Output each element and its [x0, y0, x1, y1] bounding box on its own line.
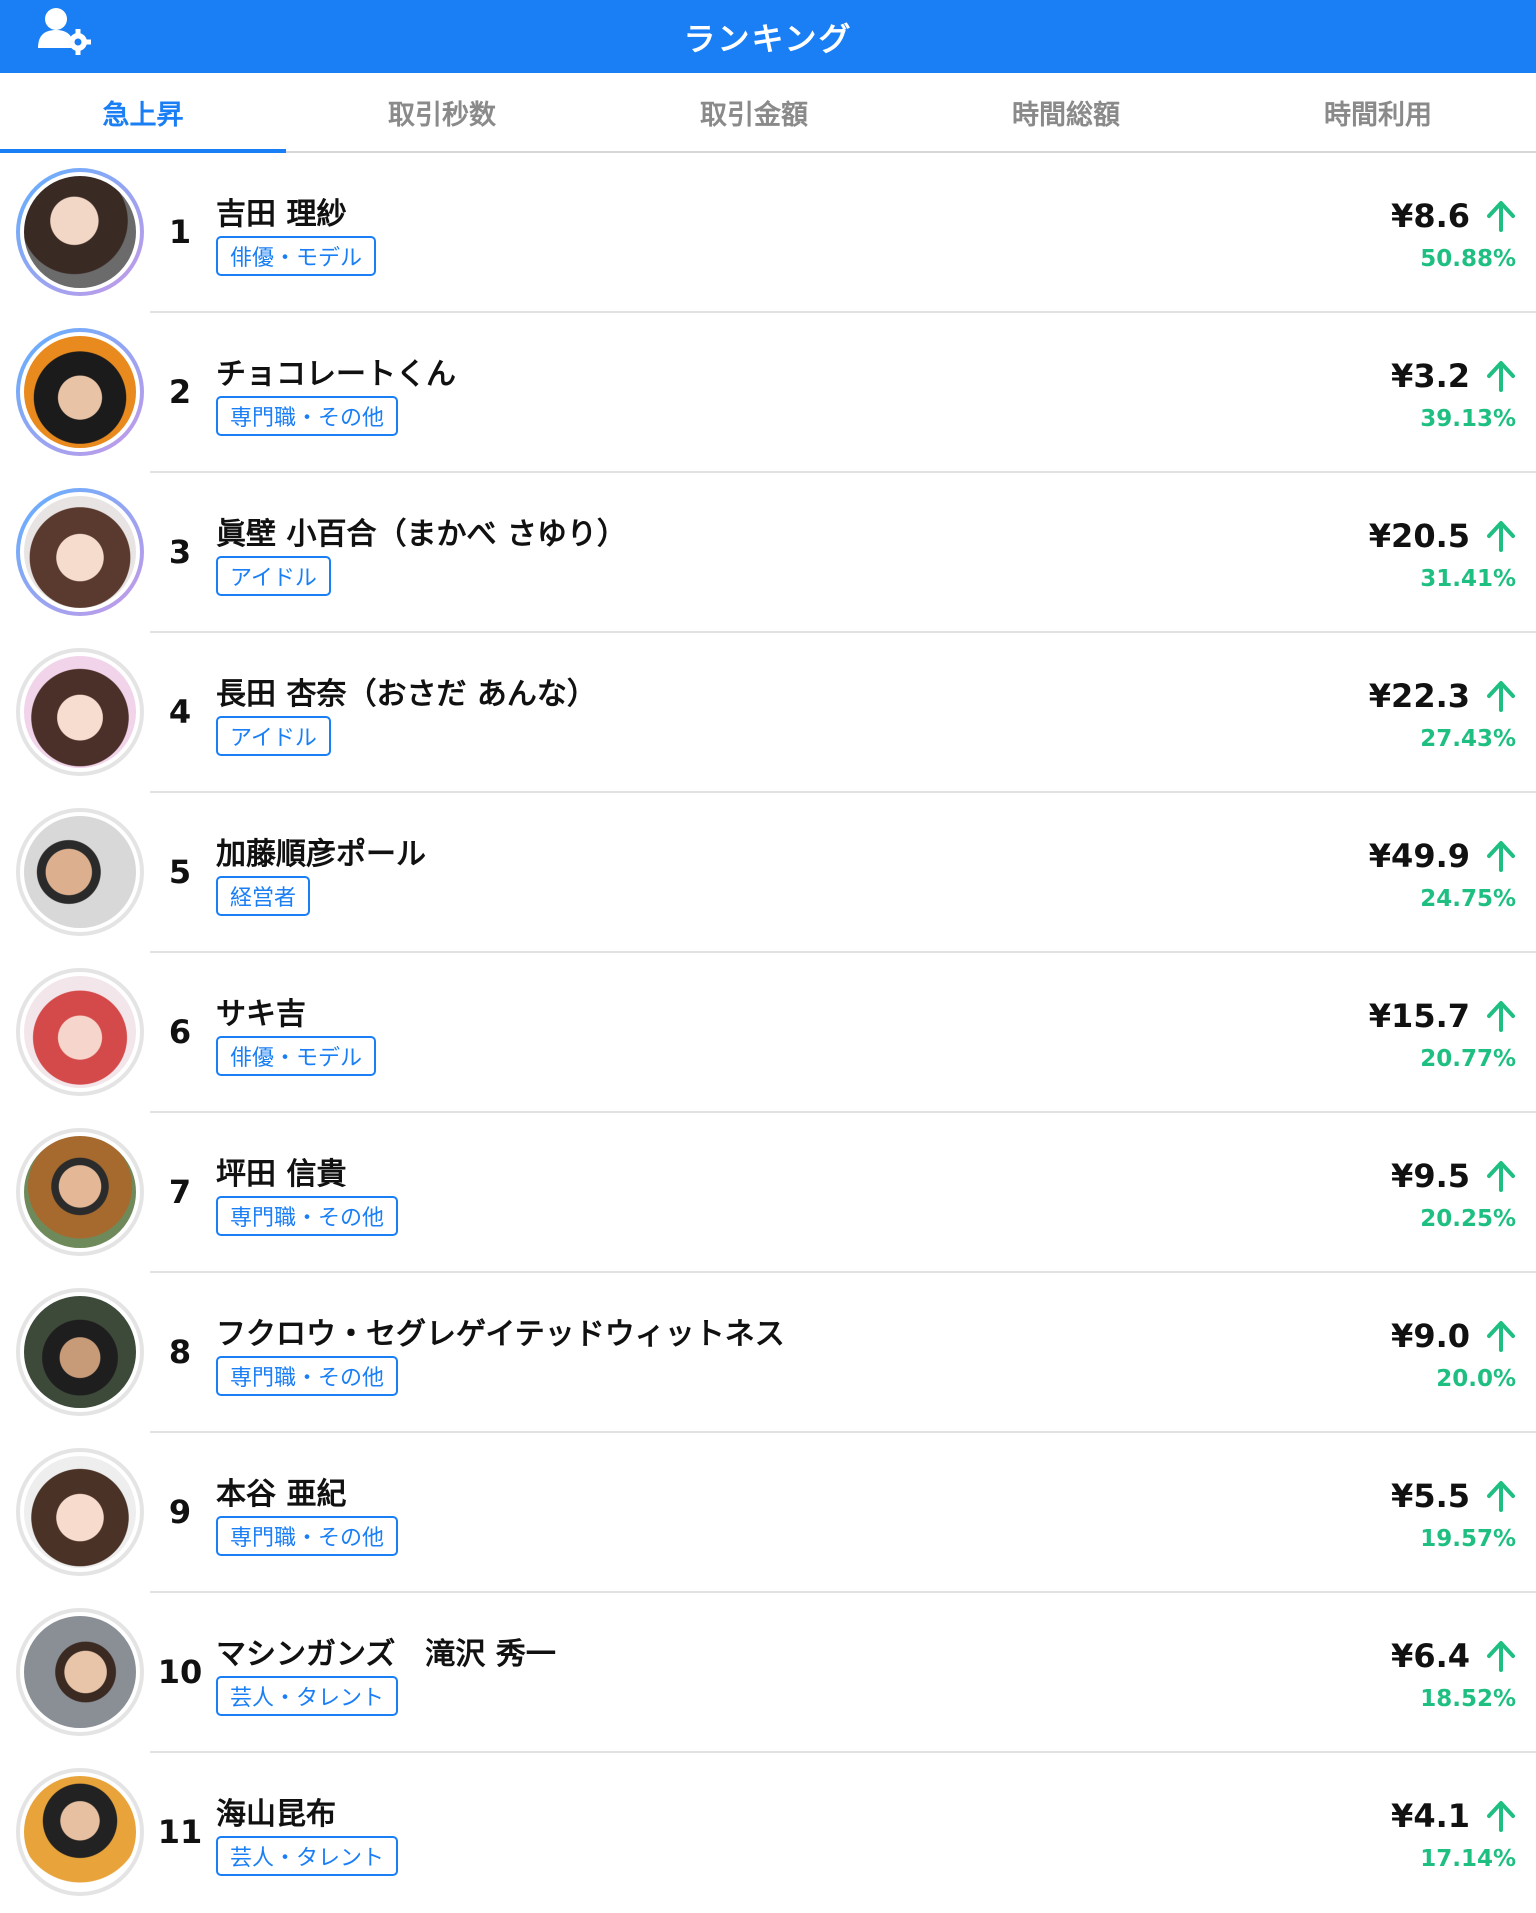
person-name: 眞壁 小百合（まかべ さゆり） [216, 517, 627, 552]
ranking-row[interactable]: 4 長田 杏奈（おさだ あんな） アイドル ¥22.3 27.43% [0, 633, 1536, 793]
ranking-row[interactable]: 10 マシンガンズ 滝沢 秀一 芸人・タレント ¥6.4 18.52% [0, 1593, 1536, 1753]
change-percent: 24.75% [1420, 886, 1516, 912]
avatar [16, 648, 144, 776]
price: ¥9.0 [1391, 1317, 1470, 1355]
profile-settings-icon[interactable] [38, 4, 94, 56]
category-tag: 俳優・モデル [216, 1036, 377, 1076]
ranking-row[interactable]: 9 本谷 亜紀 専門職・その他 ¥5.5 19.57% [0, 1433, 1536, 1593]
tab-time-usage[interactable]: 時間利用 [1222, 73, 1534, 151]
rank-number: 11 [157, 1813, 203, 1851]
category-tag: 専門職・その他 [216, 1356, 399, 1396]
rank-number: 9 [168, 1493, 192, 1531]
person-name: サキ吉 [216, 997, 306, 1032]
category-tag: 専門職・その他 [216, 396, 399, 436]
tab-time-total[interactable]: 時間総額 [910, 73, 1222, 151]
category-tag: アイドル [216, 716, 331, 756]
ranking-row[interactable]: 11 海山昆布 芸人・タレント ¥4.1 17.14% [0, 1753, 1536, 1913]
change-percent: 20.25% [1420, 1206, 1516, 1232]
category-tag: アイドル [216, 556, 331, 596]
category-tag: 芸人・タレント [216, 1676, 399, 1716]
avatar [16, 488, 144, 616]
avatar [16, 1448, 144, 1576]
change-percent: 27.43% [1420, 726, 1516, 752]
category-tag: 専門職・その他 [216, 1516, 399, 1556]
tab-trade-amount[interactable]: 取引金額 [598, 73, 910, 151]
avatar [16, 968, 144, 1096]
rank-number: 8 [168, 1333, 192, 1371]
ranking-row[interactable]: 2 チョコレートくん 専門職・その他 ¥3.2 39.13% [0, 313, 1536, 473]
up-arrow-icon [1487, 1001, 1515, 1032]
category-tag: 専門職・その他 [216, 1196, 399, 1236]
rank-number: 5 [168, 853, 192, 891]
avatar [16, 168, 144, 296]
avatar [16, 1768, 144, 1896]
change-percent: 18.52% [1420, 1686, 1516, 1712]
category-tag: 俳優・モデル [216, 236, 377, 276]
up-arrow-icon [1487, 521, 1515, 552]
up-arrow-icon [1487, 1321, 1515, 1352]
up-arrow-icon [1487, 1641, 1515, 1672]
person-name: マシンガンズ 滝沢 秀一 [216, 1637, 556, 1672]
up-arrow-icon [1487, 1481, 1515, 1512]
change-percent: 20.0% [1436, 1366, 1516, 1392]
price: ¥8.6 [1391, 197, 1470, 235]
rank-number: 3 [168, 533, 192, 571]
person-name: 本谷 亜紀 [216, 1477, 347, 1512]
ranking-row[interactable]: 6 サキ吉 俳優・モデル ¥15.7 20.77% [0, 953, 1536, 1113]
change-percent: 31.41% [1420, 566, 1516, 592]
person-name: 坪田 信貴 [216, 1157, 347, 1192]
person-name: チョコレートくん [216, 357, 456, 392]
ranking-row[interactable]: 7 坪田 信貴 専門職・その他 ¥9.5 20.25% [0, 1113, 1536, 1273]
rank-number: 6 [168, 1013, 192, 1051]
change-percent: 50.88% [1420, 246, 1516, 272]
app-header: ランキング [0, 0, 1536, 73]
up-arrow-icon [1487, 1801, 1515, 1832]
ranking-row[interactable]: 3 眞壁 小百合（まかべ さゆり） アイドル ¥20.5 31.41% [0, 473, 1536, 633]
price: ¥49.9 [1368, 837, 1470, 875]
change-percent: 19.57% [1420, 1526, 1516, 1552]
rank-number: 7 [168, 1173, 192, 1211]
person-name: 海山昆布 [216, 1797, 336, 1832]
ranking-row[interactable]: 8 フクロウ・セグレゲイテッドウィットネス 専門職・その他 ¥9.0 20.0% [0, 1273, 1536, 1433]
rank-number: 10 [157, 1653, 203, 1691]
avatar [16, 1288, 144, 1416]
person-name: 加藤順彦ポール [216, 837, 426, 872]
page-title: ランキング [683, 19, 853, 58]
change-percent: 17.14% [1420, 1846, 1516, 1872]
price: ¥3.2 [1391, 357, 1470, 395]
price: ¥22.3 [1368, 677, 1470, 715]
up-arrow-icon [1487, 681, 1515, 712]
avatar [16, 1608, 144, 1736]
person-name: 長田 杏奈（おさだ あんな） [216, 677, 597, 712]
rank-number: 4 [168, 693, 192, 731]
avatar [16, 328, 144, 456]
avatar [16, 1128, 144, 1256]
up-arrow-icon [1487, 841, 1515, 872]
up-arrow-icon [1487, 1161, 1515, 1192]
price: ¥15.7 [1368, 997, 1470, 1035]
ranking-row[interactable]: 5 加藤順彦ポール 経営者 ¥49.9 24.75% [0, 793, 1536, 953]
price: ¥4.1 [1391, 1797, 1470, 1835]
avatar [16, 808, 144, 936]
tab-rising[interactable]: 急上昇 [0, 73, 286, 153]
price: ¥6.4 [1391, 1637, 1470, 1675]
price: ¥9.5 [1391, 1157, 1470, 1195]
ranking-row[interactable]: 1 吉田 理紗 俳優・モデル ¥8.6 50.88% [0, 153, 1536, 313]
tab-trade-seconds[interactable]: 取引秒数 [286, 73, 598, 151]
rank-number: 2 [168, 373, 192, 411]
person-name: 吉田 理紗 [216, 197, 347, 232]
ranking-tabs: 急上昇 取引秒数 取引金額 時間総額 時間利用 [0, 73, 1536, 153]
rank-number: 1 [168, 213, 192, 251]
category-tag: 芸人・タレント [216, 1836, 399, 1876]
up-arrow-icon [1487, 361, 1515, 392]
category-tag: 経営者 [216, 876, 311, 916]
up-arrow-icon [1487, 201, 1515, 232]
price: ¥20.5 [1368, 517, 1470, 555]
person-name: フクロウ・セグレゲイテッドウィットネス [216, 1317, 785, 1352]
price: ¥5.5 [1391, 1477, 1470, 1515]
change-percent: 20.77% [1420, 1046, 1516, 1072]
change-percent: 39.13% [1420, 406, 1516, 432]
ranking-list: 1 吉田 理紗 俳優・モデル ¥8.6 50.88% 2 チョコレートくん 専門… [0, 153, 1536, 1913]
